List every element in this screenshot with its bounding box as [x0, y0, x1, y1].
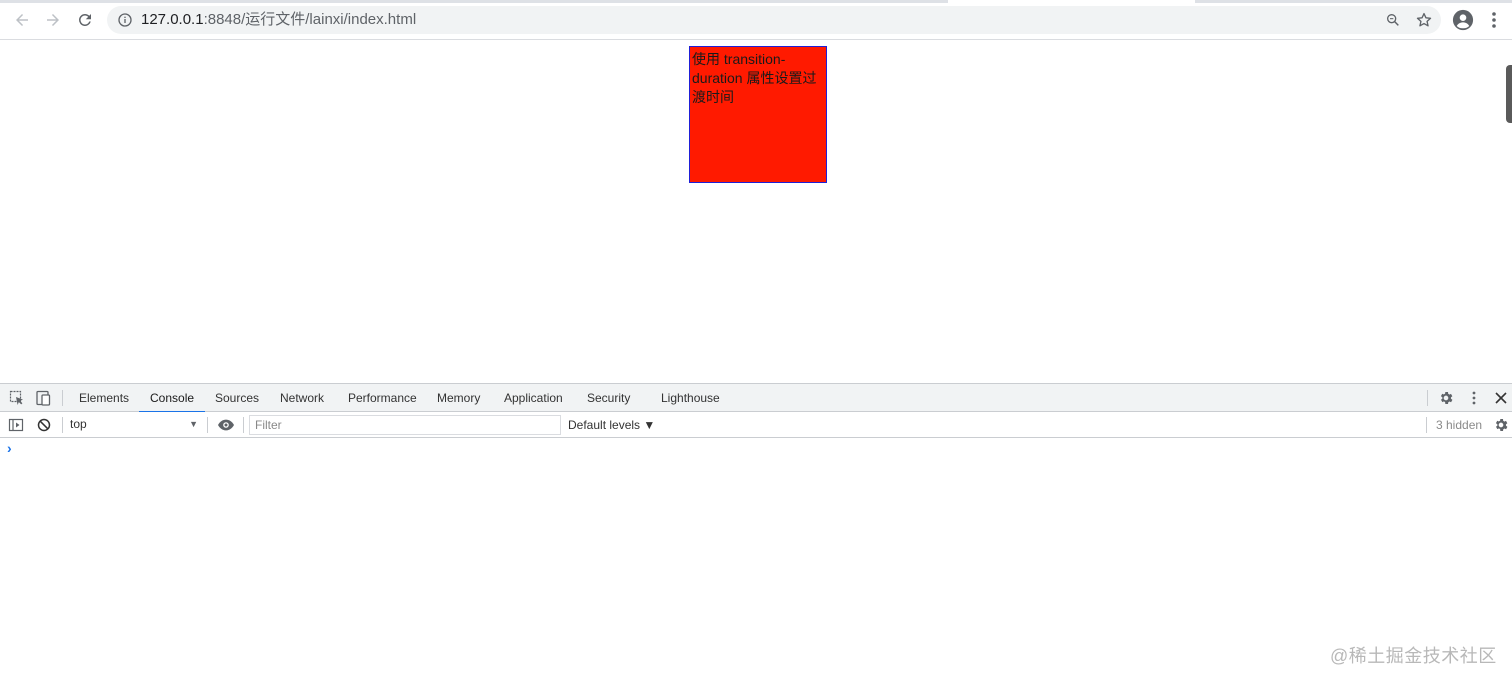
- tab-memory[interactable]: Memory: [437, 384, 480, 412]
- tab-lighthouse[interactable]: Lighthouse: [661, 384, 720, 412]
- inspect-element-button[interactable]: [8, 389, 26, 407]
- star-icon[interactable]: [1415, 11, 1433, 29]
- block-icon: [37, 418, 51, 432]
- context-value: top: [70, 417, 87, 431]
- url-text[interactable]: 127.0.0.1:8848/运行文件/lainxi/index.html: [141, 6, 416, 34]
- transition-demo-box[interactable]: 使用 transition-duration 属性设置过渡时间: [689, 46, 827, 183]
- toolbar-separator: [207, 417, 208, 433]
- devtools-close-button[interactable]: [1492, 389, 1510, 407]
- forward-button[interactable]: [41, 8, 65, 32]
- eye-icon: [218, 419, 234, 431]
- tab-application[interactable]: Application: [504, 384, 563, 412]
- console-output[interactable]: ›: [0, 438, 1512, 686]
- devtools-more-button[interactable]: [1465, 389, 1483, 407]
- page-viewport: 使用 transition-duration 属性设置过渡时间: [0, 40, 1512, 383]
- tab-sources[interactable]: Sources: [215, 384, 259, 412]
- tabbar-separator: [1427, 390, 1428, 406]
- address-bar[interactable]: 127.0.0.1:8848/运行文件/lainxi/index.html: [107, 6, 1441, 34]
- close-icon: [1495, 392, 1507, 404]
- sidebar-toggle-icon: [8, 418, 24, 432]
- clear-console-button[interactable]: [35, 416, 53, 434]
- tabstrip-edge: [0, 0, 948, 3]
- toolbar-separator: [62, 417, 63, 433]
- caret-down-icon: ▼: [189, 419, 198, 429]
- back-button[interactable]: [10, 8, 34, 32]
- devtools-settings-button[interactable]: [1437, 389, 1455, 407]
- watermark-text: @稀土掘金技术社区: [1330, 646, 1497, 666]
- kebab-menu-icon: [1472, 391, 1476, 405]
- info-icon[interactable]: [117, 12, 133, 28]
- reload-button[interactable]: [73, 8, 97, 32]
- console-filter-input[interactable]: [249, 415, 561, 435]
- hidden-messages-count: 3 hidden: [1436, 418, 1483, 432]
- tabstrip-edge: [1195, 0, 1512, 3]
- execution-context-select[interactable]: top ▼: [70, 415, 202, 434]
- forward-arrow-icon: [47, 14, 59, 26]
- tabbar-separator: [62, 390, 63, 406]
- live-expression-button[interactable]: [216, 416, 236, 434]
- tab-network[interactable]: Network: [280, 384, 324, 412]
- toolbar-separator: [243, 417, 244, 433]
- url-host: 127.0.0.1: [141, 11, 204, 28]
- log-levels-dropdown[interactable]: Default levels ▼: [568, 412, 655, 438]
- back-arrow-icon: [16, 14, 28, 26]
- tab-elements[interactable]: Elements: [79, 384, 129, 412]
- profile-icon[interactable]: [1452, 9, 1474, 31]
- inspect-cursor-icon: [9, 390, 23, 405]
- console-toolbar: top ▼ Default levels ▼ 3 hidden: [0, 412, 1512, 438]
- device-toolbar-button[interactable]: [34, 389, 52, 407]
- browser-toolbar: 127.0.0.1:8848/运行文件/lainxi/index.html: [0, 0, 1512, 40]
- zoom-magnifier-icon[interactable]: [1385, 12, 1401, 28]
- reload-icon: [78, 13, 91, 26]
- show-sidebar-button[interactable]: [7, 416, 25, 434]
- gear-icon: [1440, 392, 1453, 404]
- side-panel-handle[interactable]: [1506, 65, 1512, 123]
- tab-security[interactable]: Security: [587, 384, 630, 412]
- devtools-tabbar: Elements Console Sources Network Perform…: [0, 384, 1512, 413]
- demo-box-text: 使用 transition-duration 属性设置过渡时间: [692, 51, 817, 105]
- devtools-panel: Elements Console Sources Network Perform…: [0, 383, 1512, 685]
- url-path: :8848/运行文件/lainxi/index.html: [203, 11, 417, 28]
- gear-icon: [1495, 419, 1508, 431]
- kebab-menu-icon[interactable]: [1486, 10, 1502, 30]
- device-toggle-icon: [36, 390, 51, 406]
- console-prompt[interactable]: ›: [7, 440, 12, 456]
- console-settings-button[interactable]: [1492, 416, 1510, 434]
- tab-console[interactable]: Console: [138, 384, 206, 413]
- tab-performance[interactable]: Performance: [348, 384, 417, 412]
- toolbar-separator: [1426, 417, 1427, 433]
